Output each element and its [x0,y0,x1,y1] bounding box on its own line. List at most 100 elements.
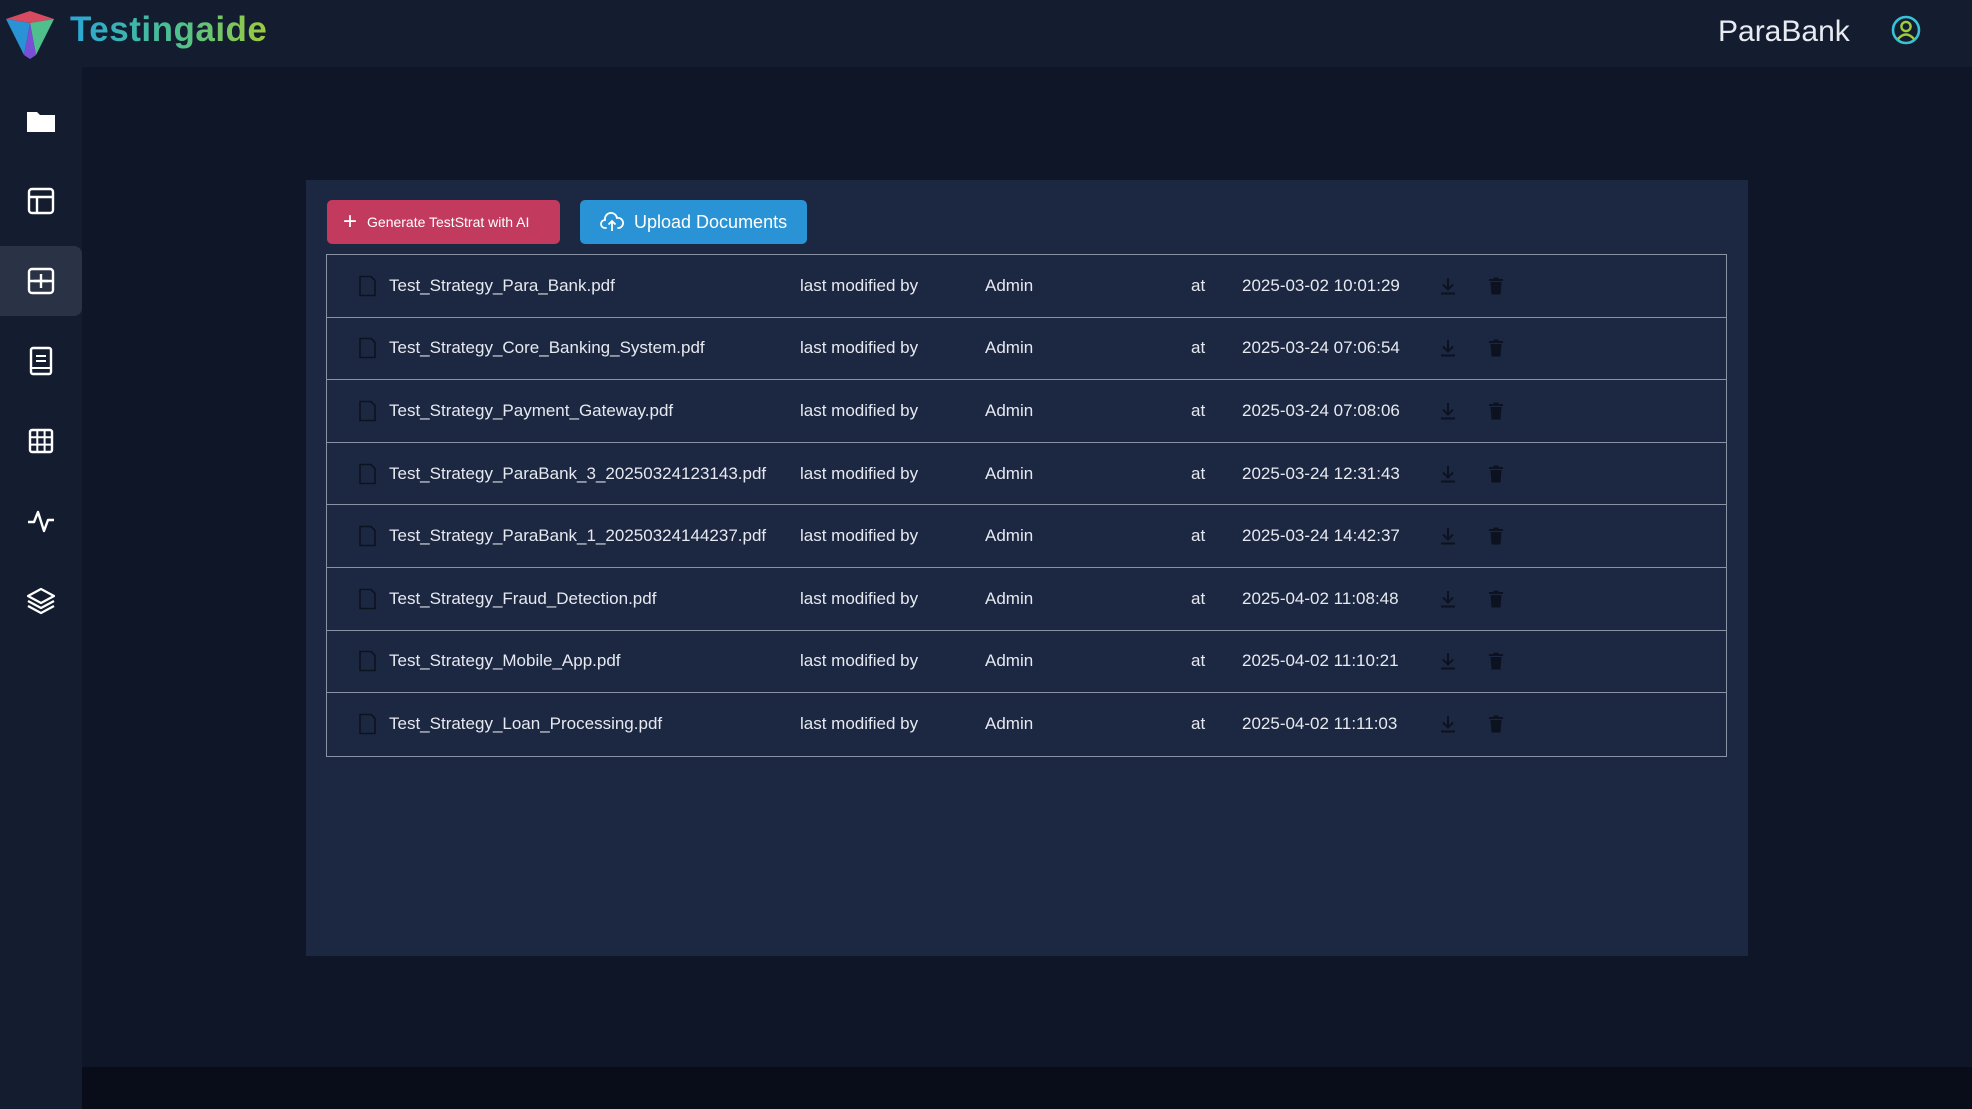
at-label: at [1191,463,1206,483]
document-row[interactable]: Test_Strategy_Loan_Processing.pdf last m… [327,693,1726,756]
document-name[interactable]: Test_Strategy_Fraud_Detection.pdf [389,589,656,609]
document-name[interactable]: Test_Strategy_ParaBank_3_20250324123143.… [389,464,766,484]
brand-name: Testingaide [70,10,268,49]
document-row[interactable]: Test_Strategy_Para_Bank.pdf last modifie… [327,255,1726,318]
at-label: at [1191,338,1206,358]
modified-timestamp: 2025-03-24 07:08:06 [1242,400,1400,420]
delete-icon[interactable] [1489,339,1503,357]
delete-icon[interactable] [1489,402,1503,420]
delete-icon[interactable] [1489,277,1503,295]
grid-table-icon [28,428,54,454]
top-bar: Testingaide ParaBank [0,0,1972,67]
document-row[interactable]: Test_Strategy_Core_Banking_System.pdf la… [327,318,1726,381]
book-icon [29,346,53,376]
document-row[interactable]: Test_Strategy_ParaBank_3_20250324123143.… [327,443,1726,506]
modified-by-user: Admin [985,651,1034,671]
document-name[interactable]: Test_Strategy_Loan_Processing.pdf [389,714,662,734]
document-name[interactable]: Test_Strategy_ParaBank_1_20250324144237.… [389,526,766,546]
modified-by-user: Admin [985,588,1034,608]
layout-icon [27,187,55,215]
document-row[interactable]: Test_Strategy_Fraud_Detection.pdf last m… [327,568,1726,631]
sidebar-item-documents[interactable] [0,86,82,156]
at-label: at [1191,588,1206,608]
modified-by-user: Admin [985,338,1034,358]
last-modified-label: last modified by [800,588,919,608]
modified-timestamp: 2025-03-02 10:01:29 [1242,275,1400,295]
modified-by-user: Admin [985,463,1034,483]
modified-by-user: Admin [985,714,1034,734]
modified-timestamp: 2025-04-02 11:10:21 [1242,651,1399,671]
delete-icon[interactable] [1489,465,1503,483]
documents-panel: + Generate TestStrat with AI Upload Docu… [306,180,1748,956]
modified-by-user: Admin [985,400,1034,420]
document-row[interactable]: Test_Strategy_ParaBank_1_20250324144237.… [327,505,1726,568]
modified-timestamp: 2025-04-02 11:08:48 [1242,588,1399,608]
file-icon [359,588,376,610]
file-icon [359,525,376,547]
footer-strip [82,1067,1972,1109]
delete-icon[interactable] [1489,715,1503,733]
upload-documents-button[interactable]: Upload Documents [580,200,807,244]
at-label: at [1191,526,1206,546]
document-row[interactable]: Test_Strategy_Mobile_App.pdf last modifi… [327,631,1726,694]
at-label: at [1191,714,1206,734]
document-name[interactable]: Test_Strategy_Core_Banking_System.pdf [389,338,705,358]
delete-icon[interactable] [1489,590,1503,608]
upload-button-label: Upload Documents [634,211,788,232]
last-modified-label: last modified by [800,651,919,671]
document-name[interactable]: Test_Strategy_Mobile_App.pdf [389,651,621,671]
file-icon [359,463,376,484]
last-modified-label: last modified by [800,714,919,734]
modified-by-user: Admin [985,526,1034,546]
sidebar-item-activity[interactable] [0,486,82,556]
sidebar-item-layers[interactable] [0,566,82,636]
file-icon [359,714,376,735]
at-label: at [1191,400,1206,420]
document-name[interactable]: Test_Strategy_Para_Bank.pdf [389,276,615,296]
modified-timestamp: 2025-03-24 14:42:37 [1242,526,1400,546]
delete-icon[interactable] [1489,652,1503,670]
modified-timestamp: 2025-04-02 11:11:03 [1242,714,1398,734]
sidebar-item-layout[interactable] [0,166,82,236]
at-label: at [1191,275,1206,295]
document-list: Test_Strategy_Para_Bank.pdf last modifie… [326,254,1727,757]
project-name: ParaBank [1718,15,1850,48]
file-icon [359,400,376,422]
file-icon [359,338,376,359]
last-modified-label: last modified by [800,526,919,546]
delete-icon[interactable] [1489,527,1503,545]
document-name[interactable]: Test_Strategy_Payment_Gateway.pdf [389,401,673,421]
testingaide-logo [6,11,54,59]
download-icon[interactable] [1440,465,1456,483]
generate-teststrat-button[interactable]: + Generate TestStrat with AI [327,200,560,244]
sidebar-item-test-strategy[interactable] [0,246,82,316]
folder-icon [27,112,55,132]
download-icon[interactable] [1440,402,1456,420]
download-icon[interactable] [1440,590,1456,608]
download-icon[interactable] [1440,527,1456,545]
sidebar [0,67,82,1109]
modified-by-user: Admin [985,275,1034,295]
last-modified-label: last modified by [800,338,919,358]
last-modified-label: last modified by [800,400,919,420]
download-icon[interactable] [1440,277,1456,295]
sidebar-item-grid[interactable] [0,406,82,476]
download-icon[interactable] [1440,652,1456,670]
layers-icon [26,587,56,615]
file-icon [359,651,376,672]
cloud-upload-icon [600,212,624,231]
modified-timestamp: 2025-03-24 12:31:43 [1242,463,1400,483]
modified-timestamp: 2025-03-24 07:06:54 [1242,338,1400,358]
sidebar-item-book[interactable] [0,326,82,396]
file-icon [359,275,376,297]
user-circle-icon[interactable] [1890,14,1922,46]
download-icon[interactable] [1440,715,1456,733]
last-modified-label: last modified by [800,275,919,295]
document-row[interactable]: Test_Strategy_Payment_Gateway.pdf last m… [327,380,1726,443]
at-label: at [1191,651,1206,671]
last-modified-label: last modified by [800,463,919,483]
plus-icon: + [343,208,358,235]
download-icon[interactable] [1440,339,1456,357]
generate-button-label: Generate TestStrat with AI [367,214,530,230]
add-box-icon [27,267,55,295]
